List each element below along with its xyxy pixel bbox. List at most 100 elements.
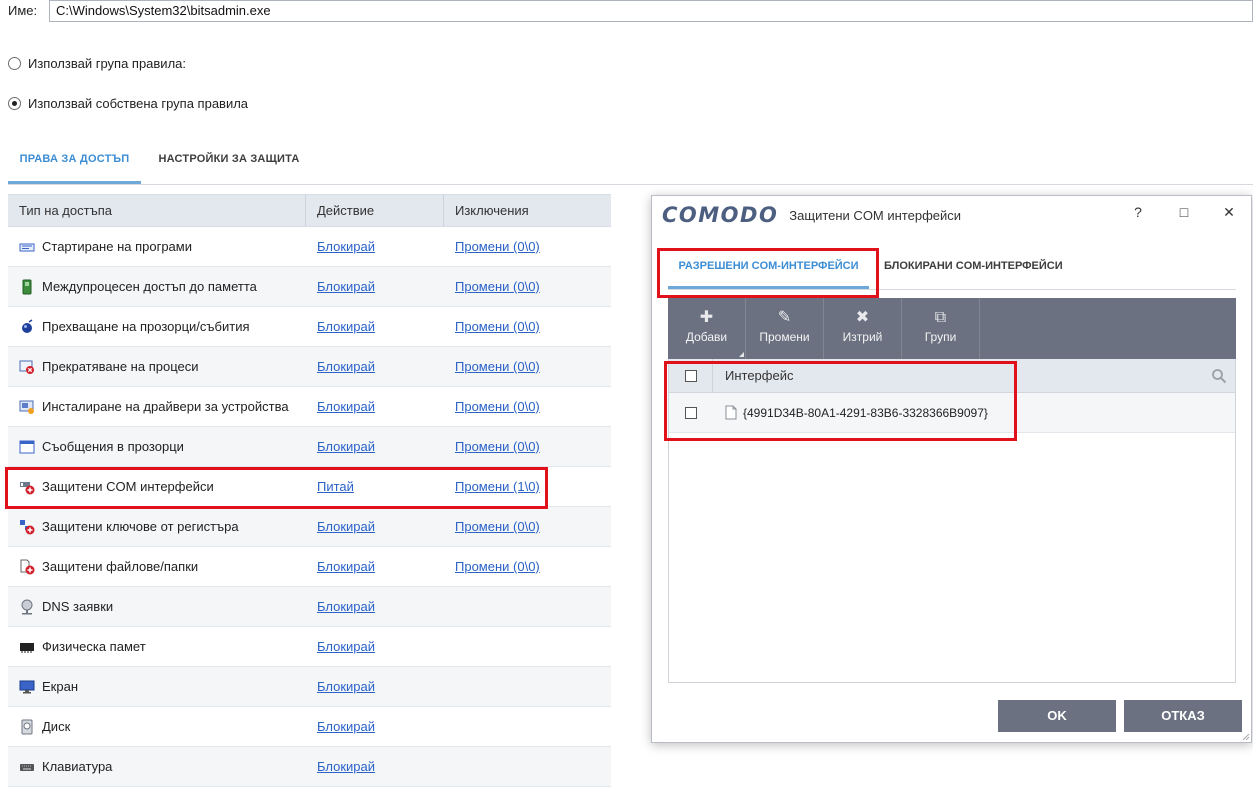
exceptions-link[interactable]: Промени (0\0) [455,279,540,294]
action-link[interactable]: Блокирай [317,719,375,734]
exceptions-link[interactable]: Промени (0\0) [455,439,540,454]
close-button[interactable]: ✕ [1217,202,1241,222]
action-link[interactable]: Блокирай [317,519,375,534]
action-link[interactable]: Блокирай [317,599,375,614]
table-row[interactable]: Защитени ключове от регистъра Блокирай Про… [8,507,611,547]
resize-grip-icon[interactable] [1242,733,1250,741]
table-row[interactable]: Стартиране на програми Блокирай Промени (0… [8,227,611,267]
access-type-cell: Диск [8,719,306,735]
access-type-label: Инсталиране на драйвери за устройства [42,399,289,414]
tab-blocked-com[interactable]: БЛОКИРАНИ COM-ИНТЕРФЕЙСИ [884,248,1074,289]
screen-icon [19,680,35,693]
header-access-type[interactable]: Тип на достъпа [8,195,306,226]
action-link[interactable]: Блокирай [317,279,375,294]
add-label: Добави [685,330,728,344]
groups-label: Групи [924,330,957,344]
table-row[interactable]: Екран Блокирай [8,667,611,707]
cancel-button[interactable]: ОТКАЗ [1124,700,1242,732]
access-type-label: Екран [42,679,78,694]
keyboard-icon [20,763,34,771]
exceptions-link[interactable]: Промени (0\0) [455,319,540,334]
table-row[interactable]: Физическа памет Блокирай [8,627,611,667]
driver-install-icon [19,400,34,414]
help-button[interactable]: ? [1126,202,1150,222]
protected-files-icon [20,559,35,574]
table-row[interactable]: DNS заявки Блокирай [8,587,611,627]
use-ruleset-option[interactable]: Използвай група правила: [8,56,186,71]
action-cell: Блокирай [306,719,444,734]
name-input[interactable]: C:\Windows\System32\bitsadmin.exe [49,0,1253,22]
use-own-ruleset-radio[interactable] [8,97,21,110]
dns-requests-icon [21,599,33,614]
use-ruleset-radio[interactable] [8,57,21,70]
action-link[interactable]: Блокирай [317,319,375,334]
delete-label: Изтрий [842,330,883,344]
action-cell: Блокирай [306,279,444,294]
access-type-cell: Стартиране на програми [8,239,306,255]
header-exceptions[interactable]: Изключения [444,195,611,226]
maximize-button[interactable]: □ [1172,202,1196,222]
window-messages-icon [19,440,35,453]
action-link[interactable]: Блокирай [317,239,375,254]
terminate-process-icon [19,360,34,374]
exceptions-cell: Промени (0\0) [444,279,611,294]
search-icon[interactable] [1211,368,1227,384]
action-cell: Блокирай [306,359,444,374]
tab-protection-settings[interactable]: НАСТРОЙКИ ЗА ЗАЩИТА [148,140,310,184]
exceptions-cell: Промени (0\0) [444,239,611,254]
table-row[interactable]: Прехващане на прозорци/събития Блокирай Пр… [8,307,611,347]
exceptions-cell: Промени (0\0) [444,519,611,534]
pencil-icon: ✎ [777,309,792,326]
table-row[interactable]: Клавиатура Блокирай [8,747,611,787]
tab-access-rights[interactable]: ПРАВА ЗА ДОСТЪП [8,140,141,184]
access-type-cell: Физическа памет [8,639,306,655]
highlight-allowed-tab [657,248,879,298]
exceptions-link[interactable]: Промени (0\0) [455,519,540,534]
table-row[interactable]: Защитени файлове/папки Блокирай Промени (0… [8,547,611,587]
edit-button[interactable]: ✎ Промени [746,298,824,359]
access-type-label: DNS заявки [42,599,114,614]
action-cell: Блокирай [306,759,444,774]
add-button[interactable]: ✚ Добави [668,298,746,359]
use-own-ruleset-option[interactable]: Използвай собствена група правила [8,96,248,111]
window-hook-icon [22,318,33,333]
table-row[interactable]: Съобщения в прозорци Блокирай Промени (0\0… [8,427,611,467]
access-type-label: Прекратяване на процеси [42,359,199,374]
delete-button[interactable]: ✖ Изтрий [824,298,902,359]
physical-memory-icon [20,642,34,653]
com-interfaces-dialog: COMODO Защитени COM интерфейси ? □ ✕ РАЗ… [651,195,1252,743]
ok-button[interactable]: OK [998,700,1116,732]
exceptions-link[interactable]: Промени (0\0) [455,559,540,574]
table-row[interactable]: Междупроцесен достъп до паметта Блокирай П… [8,267,611,307]
exceptions-link[interactable]: Промени (0\0) [455,399,540,414]
name-label: Име: [8,3,38,18]
groups-button[interactable]: ⧉ Групи [902,298,980,359]
access-type-cell: Прехващане на прозорци/събития [8,318,306,335]
highlight-interface-row [664,361,1017,441]
action-link[interactable]: Блокирай [317,759,375,774]
action-cell: Блокирай [306,319,444,334]
access-type-label: Диск [42,719,71,734]
groups-icon: ⧉ [934,309,947,326]
access-type-label: Междупроцесен достъп до паметта [42,279,257,294]
action-link[interactable]: Блокирай [317,359,375,374]
exceptions-cell: Промени (0\0) [444,439,611,454]
action-link[interactable]: Блокирай [317,399,375,414]
exceptions-link[interactable]: Промени (0\0) [455,239,540,254]
table-header: Тип на достъпа Действие Изключения [8,194,611,227]
action-link[interactable]: Блокирай [317,639,375,654]
table-row[interactable]: Диск Блокирай [8,707,611,747]
action-cell: Блокирай [306,439,444,454]
memory-access-icon [22,279,32,294]
dropdown-corner-icon [739,352,744,357]
action-link[interactable]: Блокирай [317,559,375,574]
access-type-cell: Защитени ключове от регистъра [8,519,306,535]
access-type-label: Съобщения в прозорци [42,439,184,454]
action-link[interactable]: Блокирай [317,679,375,694]
access-type-label: Клавиатура [42,759,113,774]
action-link[interactable]: Блокирай [317,439,375,454]
exceptions-link[interactable]: Промени (0\0) [455,359,540,374]
header-action[interactable]: Действие [306,195,444,226]
table-row[interactable]: Инсталиране на драйвери за устройства Бло… [8,387,611,427]
table-row[interactable]: Прекратяване на процеси Блокирай Промени (… [8,347,611,387]
